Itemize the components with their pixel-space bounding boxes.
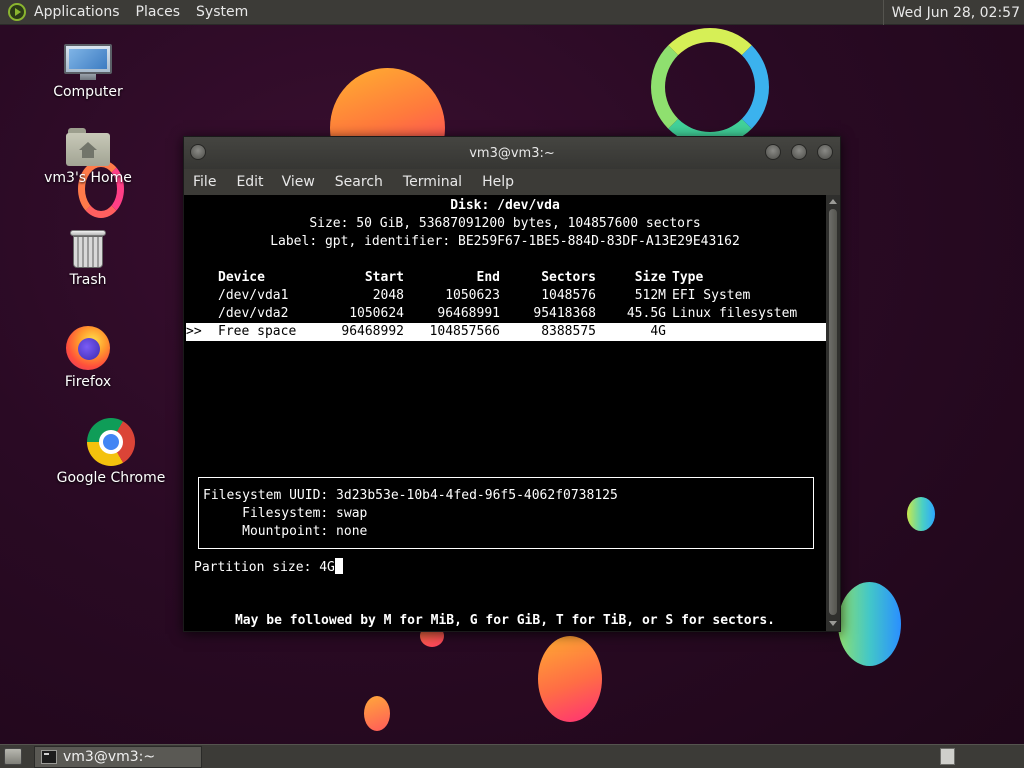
row-start: 2048 [372, 288, 404, 303]
row-device: Free space [218, 324, 297, 339]
col-size: Size [634, 270, 666, 285]
row-end: 1050623 [445, 288, 500, 303]
home-folder-icon [66, 128, 110, 166]
row-sectors: 8388575 [541, 324, 596, 339]
row-size: 512M [634, 288, 666, 303]
terminal-scrollbar[interactable] [826, 195, 840, 631]
col-start: Start [364, 270, 404, 285]
close-button[interactable] [817, 144, 833, 160]
row-sectors: 1048576 [541, 288, 596, 303]
row-size: 45.5G [626, 306, 666, 321]
window-menu-button[interactable] [190, 144, 206, 160]
top-panel: Applications Places System Wed Jun 28, 0… [0, 0, 1024, 25]
menu-view[interactable]: View [282, 174, 315, 190]
computer-icon [64, 44, 112, 80]
terminal-window[interactable]: vm3@vm3:~ File Edit View Search Terminal… [183, 136, 841, 632]
desktop-icon-label: Computer [53, 84, 123, 100]
partition-size-input[interactable]: 4G [319, 560, 335, 575]
row-start: 1050624 [349, 306, 404, 321]
row-device: /dev/vda2 [218, 306, 289, 321]
desktop-icon-firefox[interactable]: Firefox [56, 326, 120, 390]
row-type: Linux filesystem [672, 306, 798, 321]
wallpaper-orange-blob-bottom [538, 636, 602, 722]
size-hint: May be followed by M for MiB, G for GiB,… [234, 613, 776, 628]
col-end: End [476, 270, 500, 285]
disk-size: Size: 50 GiB, 53687091200 bytes, 1048576… [309, 216, 701, 231]
desktop-icon-computer[interactable]: Computer [48, 44, 128, 100]
terminal-menubar: File Edit View Search Terminal Help [184, 169, 840, 195]
desktop-icon-trash[interactable]: Trash [56, 228, 120, 288]
scroll-down-arrow-icon[interactable] [829, 621, 837, 626]
partition-row[interactable]: /dev/vda1 2048 1050623 1048576 512M EFI … [186, 287, 826, 305]
filesystem-info-box: Filesystem UUID: 3d23b53e-10b4-4fed-96f5… [198, 477, 814, 549]
row-size: 4G [650, 324, 666, 339]
menu-applications[interactable]: Applications [34, 4, 120, 20]
desktop-icon-label: vm3's Home [44, 170, 132, 186]
filesystem-type: Filesystem: swap [203, 506, 368, 521]
row-end: 96468991 [437, 306, 500, 321]
disk-title: Disk: /dev/vda [450, 198, 560, 213]
desktop-icon-label: Firefox [64, 374, 112, 390]
partition-row[interactable]: /dev/vda2 1050624 96468991 95418368 45.5… [186, 305, 826, 323]
terminal-content[interactable]: Disk: /dev/vda Size: 50 GiB, 53687091200… [184, 195, 826, 631]
wallpaper-teal-blob [838, 582, 901, 666]
scroll-up-arrow-icon[interactable] [829, 199, 837, 204]
desktop-icon-label: Trash [69, 272, 107, 288]
terminal-icon [41, 750, 57, 764]
partition-table-header: Device Start End Sectors Size Type [186, 269, 826, 287]
menu-file[interactable]: File [193, 174, 216, 190]
col-type: Type [672, 270, 704, 285]
menu-search[interactable]: Search [335, 174, 383, 190]
desktop-icon-chrome[interactable]: Google Chrome [56, 418, 166, 486]
firefox-icon [66, 326, 110, 370]
workspace-switcher[interactable] [940, 748, 955, 765]
menu-places[interactable]: Places [136, 4, 181, 20]
prompt-label: Partition size: [194, 560, 320, 575]
trash-icon [70, 228, 106, 268]
menu-system[interactable]: System [196, 4, 248, 20]
distro-logo-icon[interactable] [8, 3, 26, 21]
row-device: /dev/vda1 [218, 288, 289, 303]
taskbar-terminal-button[interactable]: vm3@vm3:~ [34, 746, 202, 768]
row-type: EFI System [672, 288, 751, 303]
row-start: 96468992 [341, 324, 404, 339]
menu-edit[interactable]: Edit [236, 174, 263, 190]
menu-terminal[interactable]: Terminal [403, 174, 462, 190]
disk-label: Label: gpt, identifier: BE259F67-1BE5-88… [270, 234, 740, 249]
show-desktop-icon[interactable] [4, 748, 22, 765]
desktop-icon-label: Google Chrome [56, 470, 166, 486]
taskbar-label: vm3@vm3:~ [63, 749, 156, 765]
row-marker: >> [186, 324, 202, 339]
filesystem-mountpoint: Mountpoint: none [203, 524, 368, 539]
scrollbar-thumb[interactable] [829, 209, 837, 615]
clock[interactable]: Wed Jun 28, 02:57 [882, 0, 1024, 25]
minimize-button[interactable] [765, 144, 781, 160]
text-cursor [334, 558, 343, 574]
window-title: vm3@vm3:~ [469, 145, 555, 161]
wallpaper-orange-blob-tiny [364, 696, 390, 731]
filesystem-uuid: Filesystem UUID: 3d23b53e-10b4-4fed-96f5… [203, 488, 618, 503]
row-end: 104857566 [429, 324, 500, 339]
col-sectors: Sectors [541, 270, 596, 285]
menu-help[interactable]: Help [482, 174, 514, 190]
wallpaper-teal-blob-small [907, 497, 935, 531]
window-titlebar[interactable]: vm3@vm3:~ [184, 137, 840, 169]
row-sectors: 95418368 [533, 306, 596, 321]
wallpaper-ring [651, 28, 769, 146]
partition-row-selected[interactable]: >> Free space 96468992 104857566 8388575… [186, 323, 826, 341]
col-device: Device [218, 270, 265, 285]
maximize-button[interactable] [791, 144, 807, 160]
partition-size-prompt[interactable]: Partition size: 4G [194, 558, 836, 577]
bottom-panel: vm3@vm3:~ [0, 744, 1024, 768]
desktop-icon-home[interactable]: vm3's Home [44, 128, 132, 186]
chrome-icon [87, 418, 135, 466]
